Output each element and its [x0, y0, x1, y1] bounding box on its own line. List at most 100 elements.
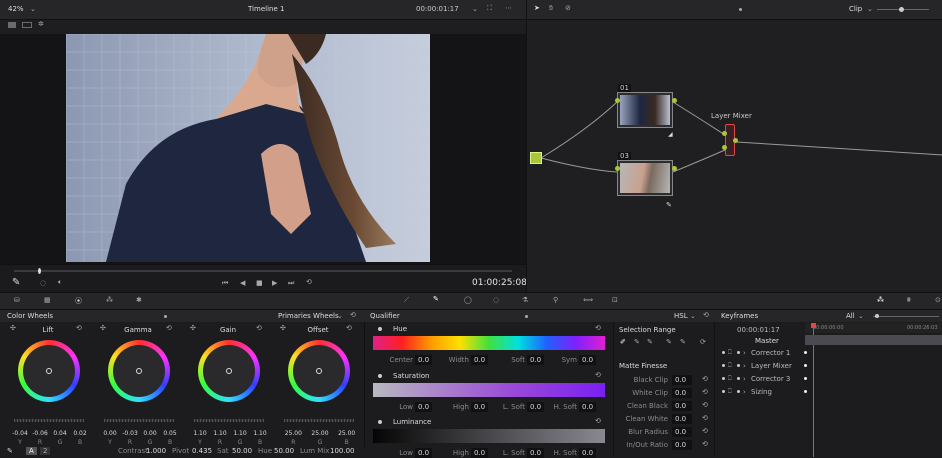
- matte-param-value[interactable]: 0.0: [672, 375, 692, 385]
- node-output-dot[interactable]: [672, 98, 677, 103]
- reset-icon[interactable]: ⟲: [702, 440, 708, 448]
- sizing-icon[interactable]: ⊡: [612, 296, 618, 304]
- scrubber-handle[interactable]: [38, 268, 41, 274]
- keyframe-marker[interactable]: [804, 390, 807, 393]
- node-input-dot[interactable]: [615, 166, 620, 171]
- luminance-enable-toggle[interactable]: [378, 420, 382, 424]
- reset-icon[interactable]: ⟲: [166, 324, 172, 332]
- color-wheels-icon[interactable]: ⦿: [75, 296, 82, 306]
- reset-icon[interactable]: ⟲: [595, 417, 601, 425]
- magic-mask-icon[interactable]: ⚗: [522, 296, 528, 304]
- matte-param-value[interactable]: 0.0: [672, 440, 692, 450]
- lock-icon[interactable]: ⎕: [728, 375, 732, 383]
- luminance-gradient-bar[interactable]: [373, 429, 605, 443]
- feather-minus-icon[interactable]: ✎: [666, 338, 672, 346]
- color-wheel-ring[interactable]: [108, 340, 170, 402]
- tracker-icon[interactable]: ◌: [493, 296, 499, 304]
- node-mode-dropdown[interactable]: Clip: [849, 5, 862, 13]
- param-value[interactable]: 0.0: [471, 355, 489, 365]
- zoom-dropdown[interactable]: 42%: [8, 5, 24, 13]
- wheels-mode-dropdown[interactable]: Primaries Wheels: [278, 312, 339, 320]
- pen-tool-icon[interactable]: ✎: [12, 277, 20, 288]
- window-icon[interactable]: ◯: [464, 296, 472, 304]
- matte-param-value[interactable]: 0.0: [672, 401, 692, 411]
- feather-plus-icon[interactable]: ✎: [680, 338, 686, 346]
- master-wheel-slider[interactable]: [14, 419, 84, 422]
- key-icon[interactable]: ⟺: [583, 296, 593, 304]
- reset-icon[interactable]: ⟲: [702, 414, 708, 422]
- color-wheel-ring[interactable]: [288, 340, 350, 402]
- reset-icon[interactable]: ⟲: [702, 388, 708, 396]
- track-enable-dot[interactable]: [722, 351, 725, 354]
- options-icon[interactable]: ◌: [40, 279, 46, 287]
- skip-to-start-icon[interactable]: ⏮: [222, 279, 228, 288]
- hue-enable-toggle[interactable]: [378, 327, 382, 331]
- matte-param-value[interactable]: 0.0: [672, 427, 692, 437]
- param-value[interactable]: 0.0: [415, 402, 433, 412]
- matte-param-value[interactable]: 0.0: [672, 388, 692, 398]
- hue-gradient-bar[interactable]: [373, 336, 605, 350]
- options-dot-icon[interactable]: [739, 8, 742, 11]
- node-input-dot[interactable]: [615, 98, 620, 103]
- curves-icon[interactable]: ⟋: [404, 296, 409, 305]
- mixer-input-dot[interactable]: [722, 131, 727, 136]
- wheel-value[interactable]: 0.00: [140, 430, 160, 437]
- color-match-icon[interactable]: ▦: [44, 296, 51, 304]
- source-input-node[interactable]: [530, 152, 542, 164]
- stop-icon[interactable]: ■: [256, 279, 263, 287]
- matte-param-value[interactable]: 0.0: [672, 414, 692, 424]
- lock-icon[interactable]: ⎕: [728, 362, 732, 370]
- param-value[interactable]: 0.0: [527, 402, 545, 412]
- picker-icon[interactable]: ✐: [620, 338, 626, 346]
- timeline-name[interactable]: Timeline 1: [248, 5, 284, 13]
- wheel-value[interactable]: -0.03: [120, 430, 140, 437]
- page-2-button[interactable]: 2: [40, 447, 51, 455]
- wheel-puck[interactable]: [226, 368, 232, 374]
- qualifier-mode-dropdown[interactable]: HSL: [674, 312, 688, 320]
- fullscreen-icon[interactable]: ⛶: [487, 4, 492, 13]
- lock-icon[interactable]: ⎕: [728, 349, 732, 357]
- color-wheel-ring[interactable]: [18, 340, 80, 402]
- reset-icon[interactable]: ⟲: [702, 427, 708, 435]
- info-icon[interactable]: ⊙: [935, 296, 941, 304]
- loop-icon[interactable]: ⟲: [306, 278, 312, 286]
- bypass-icon[interactable]: ⊘: [565, 4, 571, 12]
- wheel-puck[interactable]: [46, 368, 52, 374]
- blur-icon[interactable]: ⚲: [553, 296, 558, 304]
- keyframe-zoom-slider[interactable]: [873, 314, 939, 318]
- highlight-icon[interactable]: ✲: [38, 20, 44, 28]
- saturation-gradient-bar[interactable]: [373, 383, 605, 397]
- node-output-dot[interactable]: [672, 166, 677, 171]
- scopes-icon[interactable]: ⩩: [907, 296, 911, 305]
- corrector-node-3[interactable]: 03 ✎: [615, 152, 677, 209]
- pen-tool-icon[interactable]: ✎: [7, 447, 13, 455]
- keyframe-marker[interactable]: [804, 364, 807, 367]
- saturation-enable-toggle[interactable]: [378, 374, 382, 378]
- master-wheel-slider[interactable]: [104, 419, 174, 422]
- wheel-puck[interactable]: [316, 368, 322, 374]
- contrast-value[interactable]: 1.000: [146, 447, 166, 455]
- picker-minus-icon[interactable]: ✎: [634, 338, 640, 346]
- chevron-right-icon[interactable]: ›: [743, 362, 746, 370]
- skip-to-end-icon[interactable]: ⏭: [288, 279, 294, 288]
- qualifier-icon[interactable]: ✎: [433, 295, 439, 303]
- node-zoom-slider[interactable]: [877, 7, 929, 12]
- keyframe-marker[interactable]: [804, 377, 807, 380]
- lock-icon[interactable]: ⎕: [728, 388, 732, 396]
- pivot-value[interactable]: 0.435: [192, 447, 212, 455]
- reset-icon[interactable]: ⟲: [595, 324, 601, 332]
- chevron-right-icon[interactable]: ›: [743, 349, 746, 357]
- audio-icon[interactable]: 🔈︎: [58, 278, 62, 287]
- wheel-value[interactable]: -0.04: [10, 430, 30, 437]
- layer-mixer-node[interactable]: [722, 124, 738, 156]
- wheel-value[interactable]: 1.10: [250, 430, 270, 437]
- master-track-lane[interactable]: [805, 335, 942, 345]
- wheel-value[interactable]: 0.02: [70, 430, 90, 437]
- reset-icon[interactable]: ⟲: [346, 324, 352, 332]
- wheel-value[interactable]: -0.06: [30, 430, 50, 437]
- track-mode-dot[interactable]: [737, 377, 740, 380]
- wheel-value[interactable]: 1.10: [230, 430, 250, 437]
- reset-icon[interactable]: ⟲: [702, 375, 708, 383]
- corrector-node-1[interactable]: 01 ◢: [615, 84, 677, 138]
- track-enable-dot[interactable]: [722, 377, 725, 380]
